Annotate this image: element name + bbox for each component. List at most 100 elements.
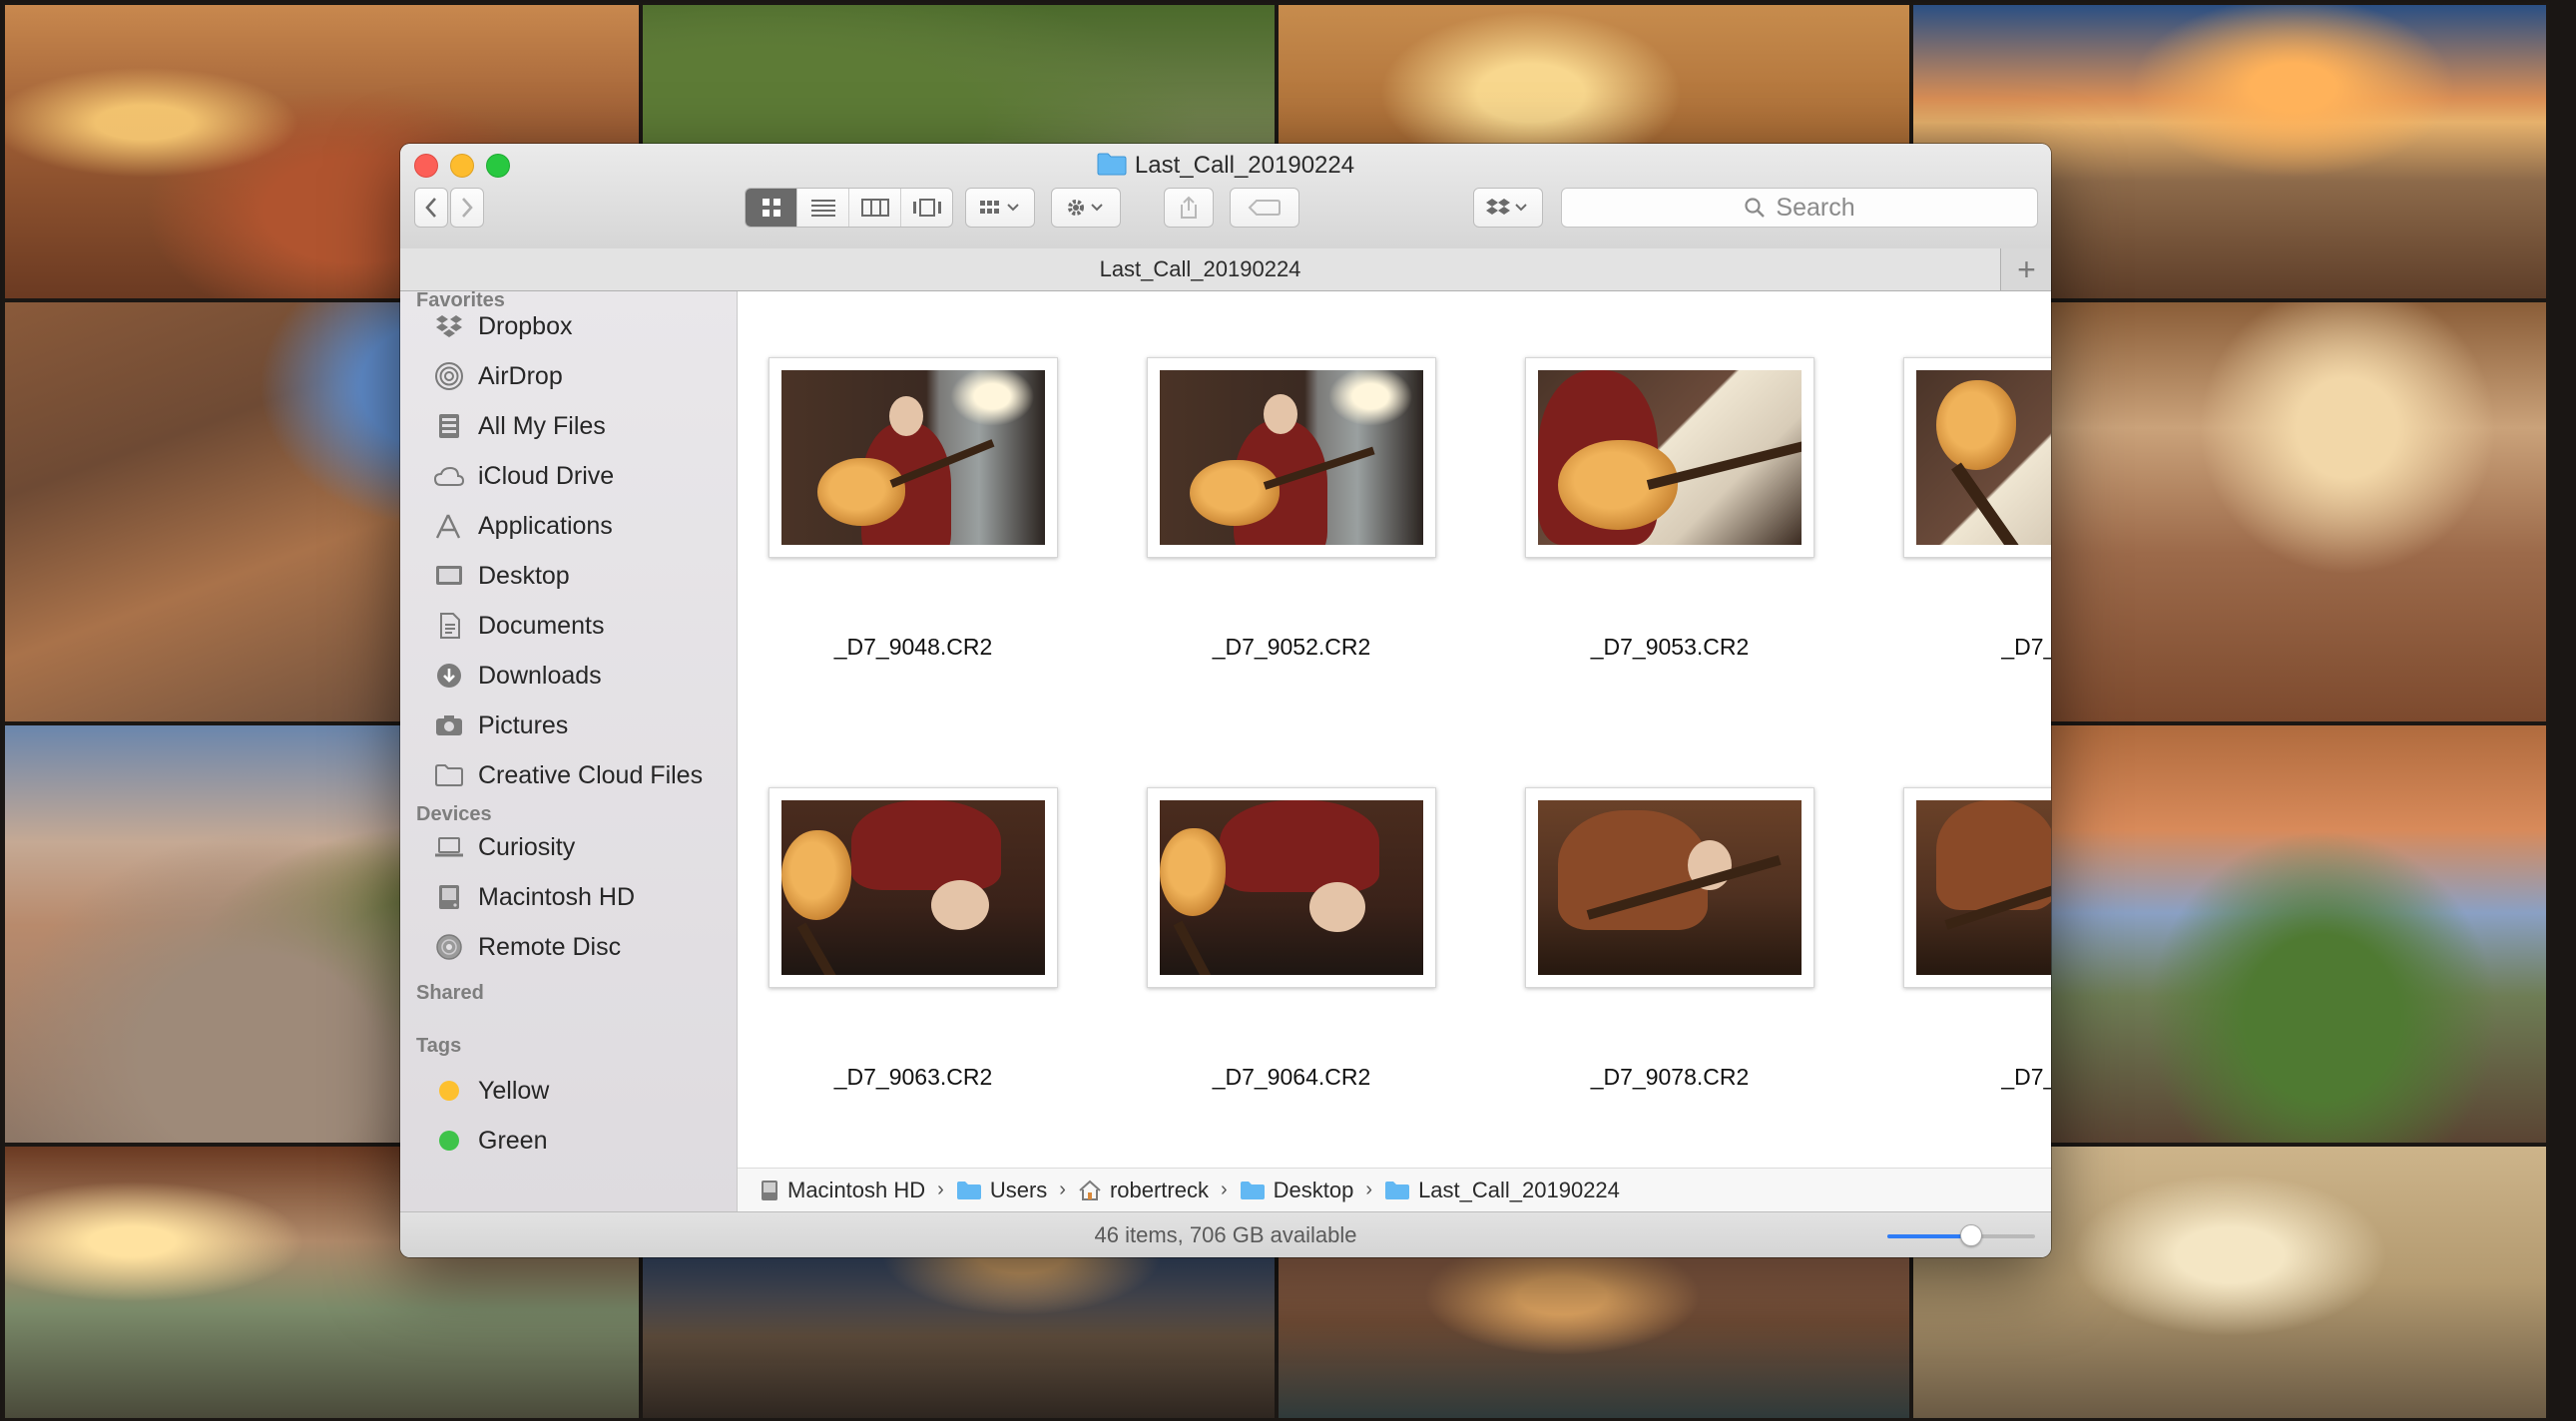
share-icon — [1181, 196, 1197, 219]
file-name: _D7_905 — [2001, 634, 2051, 660]
folder-icon — [432, 760, 466, 790]
path-item-last-call[interactable]: Last_Call_20190224 — [1384, 1178, 1620, 1203]
sidebar-item-applications[interactable]: Applications — [432, 506, 613, 546]
file-thumbnail — [1147, 787, 1436, 988]
sidebar-header-devices: Devices — [416, 803, 492, 825]
path-item-users[interactable]: Users — [956, 1178, 1047, 1203]
new-tab-button[interactable]: + — [2002, 248, 2051, 290]
tag-button[interactable] — [1230, 188, 1299, 228]
path-item-macintosh-hd[interactable]: Macintosh HD — [760, 1178, 925, 1203]
sidebar-item-label: Applications — [478, 511, 613, 540]
sidebar-item-macintosh-hd[interactable]: Macintosh HD — [432, 877, 635, 917]
sidebar-item-label: Desktop — [478, 561, 570, 590]
gear-icon — [1068, 200, 1103, 216]
yellow-tag-icon — [439, 1081, 459, 1101]
file-thumbnail — [1147, 357, 1436, 558]
tag-icon — [1248, 200, 1281, 216]
group-arrange-icon — [980, 201, 1019, 214]
list-view-icon — [810, 200, 835, 217]
sidebar-item-label: Pictures — [478, 710, 569, 739]
sidebar-item-dropbox[interactable]: Dropbox — [432, 306, 573, 346]
file-name: _D7_9052.CR2 — [1212, 634, 1371, 660]
file-name: _D7_908 — [2001, 1064, 2051, 1090]
sidebar-item-desktop[interactable]: Desktop — [432, 556, 570, 596]
file-name: _D7_9064.CR2 — [1212, 1064, 1371, 1090]
file-name: _D7_9078.CR2 — [1590, 1064, 1750, 1090]
photo-guitarist — [1538, 370, 1802, 545]
file-item[interactable]: _D7_9052.CR2 — [1110, 291, 1489, 660]
cover-flow-icon — [912, 199, 941, 217]
hard-drive-icon — [760, 1180, 779, 1201]
icon-size-slider[interactable] — [1887, 1224, 2035, 1246]
sidebar-header-tags: Tags — [416, 1035, 462, 1057]
folder-icon — [956, 1181, 982, 1200]
back-button[interactable] — [414, 188, 448, 228]
status-text: 46 items, 706 GB available — [1094, 1222, 1357, 1247]
path-item-robertreck[interactable]: robertreck — [1078, 1178, 1209, 1203]
wallpaper-photo — [2046, 299, 2549, 724]
path-item-desktop[interactable]: Desktop — [1240, 1178, 1353, 1203]
sidebar-item-label: AirDrop — [478, 361, 563, 390]
path-separator-icon: › — [937, 1179, 944, 1200]
sidebar-item-label: Yellow — [478, 1076, 550, 1105]
file-thumbnail — [1525, 357, 1814, 558]
tab-bar: Last_Call_20190224 + — [400, 248, 2051, 291]
file-thumbnail — [1903, 357, 2051, 558]
search-icon — [1745, 198, 1766, 218]
sidebar-item-creative-cloud-files[interactable]: Creative Cloud Files — [432, 755, 703, 795]
group-arrange-button[interactable] — [965, 188, 1035, 228]
folder-icon — [1384, 1181, 1410, 1200]
forward-button[interactable] — [450, 188, 484, 228]
photo-guitarist — [1160, 370, 1423, 545]
sidebar-item-label: Remote Disc — [478, 932, 622, 961]
list-view-button[interactable] — [797, 189, 849, 227]
file-thumbnail — [1903, 787, 2051, 988]
laptop-icon — [432, 832, 466, 862]
toolbar: Last_Call_20190224 Search — [400, 144, 2051, 249]
file-item[interactable]: _D7_905 — [1866, 291, 2051, 660]
file-item[interactable]: _D7_9053.CR2 — [1488, 291, 1867, 660]
icon-view-button[interactable] — [746, 189, 797, 227]
sidebar-item-airdrop[interactable]: AirDrop — [432, 356, 563, 396]
chevron-left-icon — [425, 198, 436, 218]
sidebar-item-downloads[interactable]: Downloads — [432, 656, 602, 696]
photo-guitarist — [1916, 370, 2051, 545]
path-bar: Macintosh HD › Users › robertreck › Desk… — [738, 1168, 2051, 1211]
path-item-label: Users — [989, 1177, 1048, 1202]
file-item[interactable]: _D7_9064.CR2 — [1110, 721, 1489, 1090]
file-name: _D7_9048.CR2 — [833, 634, 993, 660]
documents-icon — [432, 611, 466, 641]
file-item[interactable]: _D7_9063.CR2 — [738, 721, 1111, 1090]
action-menu-button[interactable] — [1051, 188, 1121, 228]
home-icon — [1078, 1180, 1102, 1201]
view-mode-control — [745, 188, 953, 228]
sidebar: Favorites Dropbox AirDrop All My Files i… — [400, 291, 738, 1211]
window-title-text: Last_Call_20190224 — [1134, 152, 1355, 179]
sidebar-item-remote-disc[interactable]: Remote Disc — [432, 927, 621, 967]
cover-flow-view-button[interactable] — [901, 189, 952, 227]
sidebar-item-curiosity[interactable]: Curiosity — [432, 827, 575, 867]
sidebar-item-icloud-drive[interactable]: iCloud Drive — [432, 456, 614, 496]
file-name: _D7_9053.CR2 — [1590, 634, 1750, 660]
tab-last-call[interactable]: Last_Call_20190224 — [400, 248, 2001, 290]
photo-guitarist — [1538, 800, 1802, 975]
search-placeholder: Search — [1776, 193, 1855, 222]
search-field[interactable]: Search — [1561, 188, 2038, 228]
dropbox-menu-button[interactable] — [1473, 188, 1543, 228]
path-separator-icon: › — [1221, 1179, 1228, 1200]
sidebar-tag-yellow[interactable]: Yellow — [432, 1071, 549, 1111]
sidebar-tag-green[interactable]: Green — [432, 1121, 547, 1161]
photo-guitarist — [1916, 800, 2051, 975]
file-item[interactable]: _D7_908 — [1866, 721, 2051, 1090]
file-icon-grid: _D7_9048.CR2 _D7_9052.CR2 _D7_9053.CR2 _… — [738, 291, 2051, 1168]
desktop-icon — [432, 561, 466, 591]
column-view-button[interactable] — [849, 189, 901, 227]
file-item[interactable]: _D7_9078.CR2 — [1488, 721, 1867, 1090]
sidebar-item-documents[interactable]: Documents — [432, 606, 604, 646]
sidebar-item-all-my-files[interactable]: All My Files — [432, 406, 606, 446]
hard-drive-icon — [432, 882, 466, 912]
share-button[interactable] — [1164, 188, 1214, 228]
finder-window: Last_Call_20190224 Search Last_Call_2019… — [400, 144, 2051, 1257]
sidebar-item-pictures[interactable]: Pictures — [432, 706, 568, 745]
file-item[interactable]: _D7_9048.CR2 — [738, 291, 1111, 660]
